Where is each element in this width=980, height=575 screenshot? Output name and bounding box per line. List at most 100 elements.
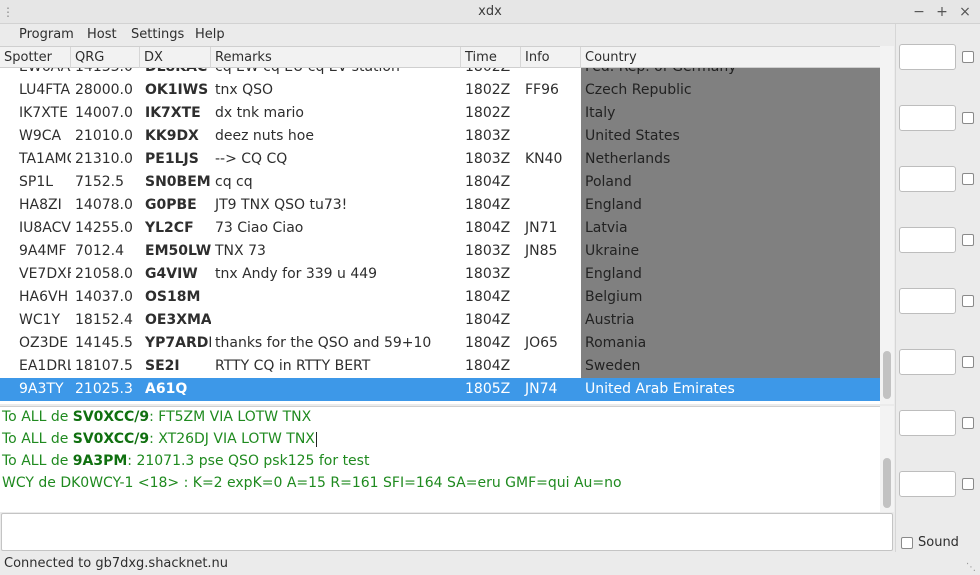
menu-help[interactable]: Help — [195, 27, 225, 42]
cell-time: 1802Z — [465, 105, 511, 121]
cell-country: England — [581, 263, 880, 286]
table-row[interactable]: 9A4MF 7012.4 EM50LWTTNX 73 1803Z JN85 Ukraine — [0, 240, 880, 263]
table-row-selected[interactable]: 9A3TY 21025.3 A61Q 1805Z JN74 United Arab Emi… — [0, 378, 880, 401]
close-button[interactable]: × — [956, 3, 974, 21]
table-rows: EW6AAA14133.0DL8KACcq EW cq EU cq EV sta… — [0, 68, 880, 401]
table-row[interactable]: IU8ACV 14255.0 YL2CF 73 Ciao Ciao 1804Z JN71 L… — [0, 217, 880, 240]
maximize-button[interactable]: + — [933, 3, 951, 21]
cell-remarks: RTTY CQ in RTTY BERT — [215, 358, 371, 374]
table-row[interactable]: VE7DXF 21058.0 G4VIW tnx Andy for 339 u 449… — [0, 263, 880, 286]
console-text: : XT26DJ VIA LOTW TNX — [149, 431, 315, 447]
cell-spotter: OZ3DE — [19, 335, 69, 351]
frequency-field[interactable] — [899, 349, 956, 375]
cell-country: Netherlands — [581, 148, 880, 171]
menu-program[interactable]: Program — [19, 27, 74, 42]
frequency-checkbox[interactable] — [962, 356, 974, 368]
column-header-country[interactable]: Country — [581, 47, 880, 68]
frequency-field[interactable] — [899, 105, 956, 131]
cell-spotter: IK7XTE — [19, 105, 68, 121]
frequency-field[interactable] — [899, 227, 956, 253]
column-header-info[interactable]: Info — [521, 47, 581, 68]
cell-info — [521, 263, 581, 286]
frequency-checkbox[interactable] — [962, 295, 974, 307]
frequency-checkbox[interactable] — [962, 478, 974, 490]
console-prefix: To ALL de — [2, 409, 73, 425]
command-input[interactable] — [1, 513, 893, 551]
table-scrollbar-thumb[interactable] — [883, 351, 891, 399]
menu-bar: Program Host Settings Help — [0, 24, 895, 46]
table-row[interactable]: SP1L 7152.5 SN0BEM cq cq 1804Z Poland — [0, 171, 880, 194]
cell-dx: EM50LWT — [145, 243, 211, 259]
column-header-remarks[interactable]: Remarks — [211, 47, 461, 68]
table-row[interactable]: HA6VH 14037.0 OS18M 1804Z Belgium — [0, 286, 880, 309]
cell-dx: G0PBE — [145, 197, 197, 213]
frequency-field[interactable] — [899, 471, 956, 497]
menu-settings[interactable]: Settings — [131, 27, 184, 42]
console-line: WCY de DK0WCY-1 <18> : K=2 expK=0 A=15 R… — [2, 475, 622, 491]
table-row[interactable]: LU4FTA 28000.0 OK1IWS tnx QSO 1802Z FF96 Czech… — [0, 79, 880, 102]
table-row[interactable]: EA1DRL 18107.5 SE2I RTTY CQ in RTTY BERT 180… — [0, 355, 880, 378]
column-header-qrg[interactable]: QRG — [71, 47, 140, 68]
spot-table: Spotter QRG DX Remarks Time Info Country… — [0, 46, 880, 404]
frequency-field[interactable] — [899, 410, 956, 436]
column-header-spotter[interactable]: Spotter — [0, 47, 71, 68]
cell-time: 1803Z — [465, 243, 511, 259]
table-row[interactable]: WC1Y 18152.4 OE3XMA 1804Z Austria — [0, 309, 880, 332]
frequency-field[interactable] — [899, 44, 956, 70]
console-text: : 21071.3 pse QSO psk125 for test — [127, 453, 370, 469]
text-cursor — [315, 431, 317, 447]
frequency-checkbox[interactable] — [962, 234, 974, 246]
table-row[interactable]: IK7XTE 14007.0 IK7XTE dx tnk mario 1802Z Ital… — [0, 102, 880, 125]
column-header-time[interactable]: Time — [461, 47, 521, 68]
sound-checkbox[interactable] — [901, 537, 913, 549]
cell-remarks — [211, 286, 461, 309]
cell-spotter: 9A3TY — [19, 381, 64, 397]
cell-dx: OK1IWS — [145, 82, 209, 98]
cell-spotter: HA8ZI — [19, 197, 62, 213]
table-header: Spotter QRG DX Remarks Time Info Country — [0, 47, 880, 68]
cell-spotter: 9A4MF — [19, 243, 67, 259]
console-callsign: SV0XCC/9 — [72, 431, 150, 447]
cell-info: JO65 — [525, 335, 558, 351]
cell-remarks — [211, 378, 461, 401]
cell-remarks: cq cq — [215, 174, 253, 190]
table-row[interactable]: TA1AMC 21310.0 PE1LJS --> CQ CQ 1803Z KN40 Net… — [0, 148, 880, 171]
cell-qrg: 7152.5 — [75, 174, 124, 190]
cell-qrg: 14255.0 — [75, 220, 133, 236]
cell-country: England — [581, 194, 880, 217]
cell-qrg: 21310.0 — [75, 151, 133, 167]
resize-grip-icon[interactable]: ⋱ — [966, 562, 976, 573]
table-row[interactable]: OZ3DE 14145.5 YP7ARDF thanks for the QSO an… — [0, 332, 880, 355]
table-row[interactable]: HA8ZI 14078.0 G0PBE JT9 TNX QSO tu73! 1804Z E… — [0, 194, 880, 217]
cell-dx: SN0BEM — [145, 174, 211, 190]
frequency-checkbox[interactable] — [962, 51, 974, 63]
cell-remarks: TNX 73 — [215, 243, 266, 259]
table-scrollbar[interactable] — [880, 46, 894, 404]
table-row[interactable]: EW6AAA14133.0DL8KACcq EW cq EU cq EV sta… — [0, 68, 880, 79]
cell-spotter: EW6AAA — [15, 68, 71, 79]
menu-host[interactable]: Host — [87, 27, 117, 42]
frequency-checkbox[interactable] — [962, 173, 974, 185]
cell-country: Italy — [581, 102, 880, 125]
cell-info — [521, 286, 581, 309]
cell-dx: OS18M — [145, 289, 201, 305]
cell-dx: YP7ARDF — [145, 335, 211, 351]
cell-qrg: 28000.0 — [75, 82, 133, 98]
cell-info — [521, 194, 581, 217]
cell-info — [521, 68, 581, 79]
column-header-dx[interactable]: DX — [140, 47, 211, 68]
frequency-field[interactable] — [899, 288, 956, 314]
cell-time: 1802Z — [461, 68, 521, 79]
frequency-checkbox[interactable] — [962, 112, 974, 124]
table-row[interactable]: W9CA 21010.0 KK9DX deez nuts hoe 1803Z United… — [0, 125, 880, 148]
cell-qrg: 14037.0 — [75, 289, 133, 305]
frequency-field[interactable] — [899, 166, 956, 192]
console-scrollbar[interactable] — [880, 406, 894, 512]
minimize-button[interactable]: − — [910, 3, 928, 21]
console-line: To ALL de 9A3PM: 21071.3 pse QSO psk125 … — [2, 453, 369, 469]
frequency-checkbox[interactable] — [962, 417, 974, 429]
cell-time: 1803Z — [465, 151, 511, 167]
console-scrollbar-thumb[interactable] — [883, 458, 891, 508]
status-bar: Connected to gb7dxg.shacknet.nu ⋱ — [0, 552, 980, 575]
cell-qrg: 18152.4 — [75, 312, 133, 328]
